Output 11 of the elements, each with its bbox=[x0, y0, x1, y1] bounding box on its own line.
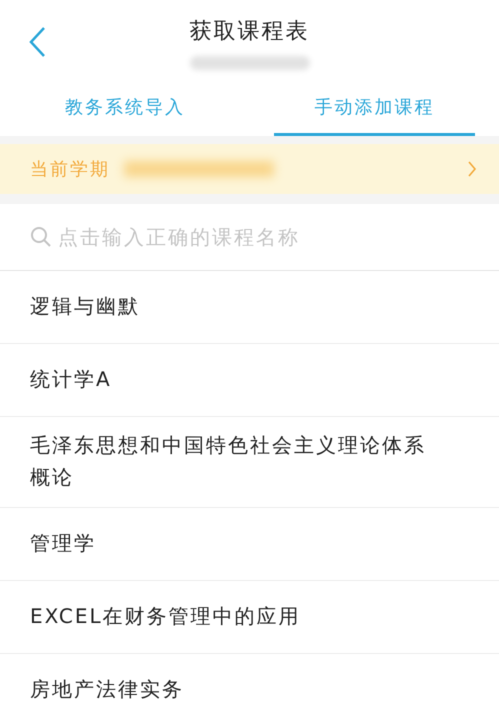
chevron-right-icon bbox=[467, 160, 477, 178]
course-item[interactable]: 统计学A bbox=[0, 344, 499, 417]
course-item[interactable]: 房地产法律实务 bbox=[0, 654, 499, 723]
search-field[interactable]: 点击输入正确的课程名称 bbox=[0, 204, 499, 271]
page-title: 获取课程表 bbox=[190, 18, 310, 46]
semester-label: 当前学期 bbox=[30, 158, 110, 181]
course-item[interactable]: 毛泽东思想和中国特色社会主义理论体系概论 bbox=[0, 417, 499, 508]
back-icon[interactable] bbox=[28, 26, 46, 58]
course-item[interactable]: 管理学 bbox=[0, 508, 499, 581]
course-item[interactable]: EXCEL在财务管理中的应用 bbox=[0, 581, 499, 654]
course-item[interactable]: 逻辑与幽默 bbox=[0, 271, 499, 344]
